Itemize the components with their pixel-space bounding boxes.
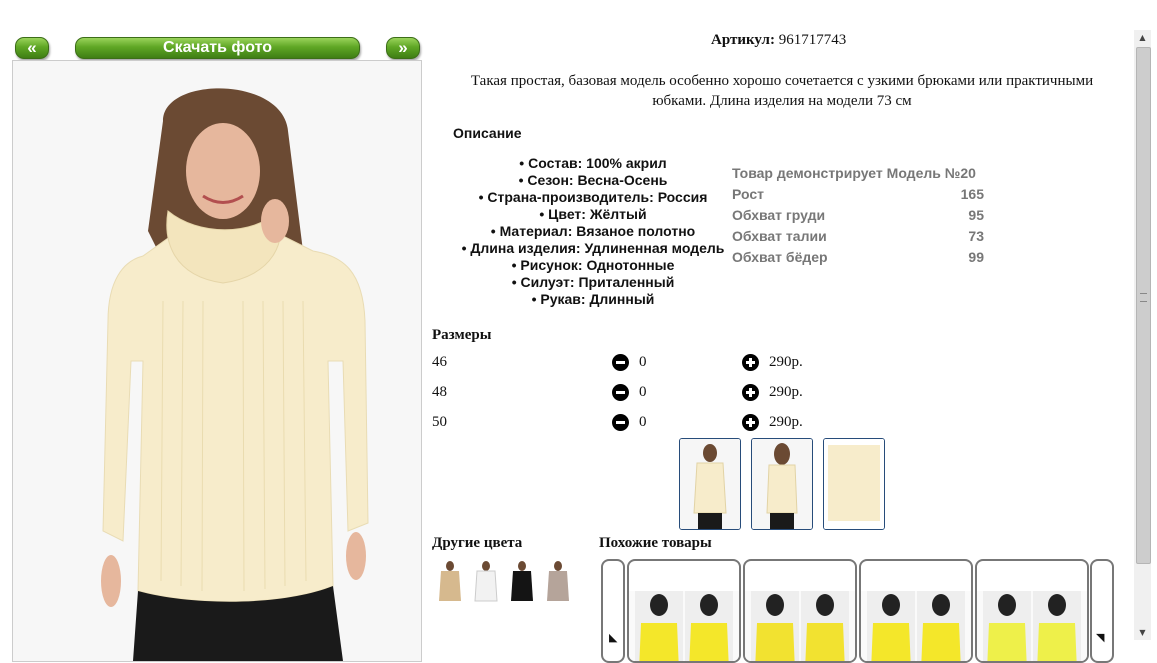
similar-product-image: [629, 591, 739, 661]
scroll-down-icon[interactable]: ▼: [1134, 625, 1151, 640]
scrollbar-thumb[interactable]: [1136, 47, 1151, 564]
quantity-value: 0: [639, 414, 647, 430]
attribute-item: • Силуэт: Приталенный: [511, 274, 675, 290]
article-label: Артикул:: [711, 32, 775, 48]
size-label: 46: [432, 354, 447, 370]
product-thumbnail-front[interactable]: [679, 438, 741, 530]
measurement-row: Обхват груди 95: [732, 207, 984, 228]
measurement-value: 95: [968, 207, 984, 223]
fabric-closeup-image: [824, 439, 884, 529]
attribute-item: • Состав: 100% акрил: [519, 155, 667, 171]
black-sweater-image: [507, 559, 537, 607]
plus-icon[interactable]: [742, 384, 759, 401]
prev-photo-button[interactable]: «: [15, 37, 49, 59]
similar-product-image: [861, 591, 971, 661]
similar-product-card[interactable]: [975, 559, 1089, 663]
product-thumbnail-fabric[interactable]: [823, 438, 885, 530]
next-photo-button[interactable]: »: [386, 37, 420, 59]
article-line: Артикул: 961717743: [711, 32, 846, 49]
carousel-prev-button[interactable]: ◣: [601, 559, 625, 663]
attribute-item: • Цвет: Жёлтый: [539, 206, 647, 222]
size-label: 50: [432, 414, 447, 430]
model-measurements: Товар демонстрирует Модель №20 Рост 165 …: [732, 165, 984, 270]
measurement-label: Рост: [732, 186, 764, 202]
measurement-row: Рост 165: [732, 186, 984, 207]
front-view-image: [680, 439, 740, 529]
model-in-sweater-image: [13, 61, 421, 661]
attribute-item: • Страна-производитель: Россия: [478, 189, 708, 205]
minus-icon[interactable]: [612, 384, 629, 401]
product-thumbnail-back[interactable]: [751, 438, 813, 530]
attribute-item: • Рукав: Длинный: [531, 291, 655, 307]
description-heading: Описание: [453, 125, 522, 141]
quantity-value: 0: [639, 384, 647, 400]
color-variant-taupe[interactable]: [543, 559, 573, 607]
measurement-row: Обхват талии 73: [732, 228, 984, 249]
attribute-list: • Состав: 100% акрил • Сезон: Весна-Осен…: [440, 155, 746, 308]
color-variant-white[interactable]: [471, 559, 501, 607]
other-colors-heading: Другие цвета: [432, 535, 523, 551]
measurement-label: Обхват талии: [732, 228, 827, 244]
similar-product-image: [745, 591, 855, 661]
measurement-value: 99: [968, 249, 984, 265]
measurement-value: 73: [968, 228, 984, 244]
attribute-item: • Длина изделия: Удлиненная модель: [461, 240, 725, 256]
article-value: 961717743: [778, 32, 847, 48]
download-photo-button[interactable]: Скачать фото: [75, 37, 360, 59]
back-view-image: [752, 439, 812, 529]
measurement-value: 165: [960, 186, 984, 202]
plus-icon[interactable]: [742, 354, 759, 371]
product-summary: Такая простая, базовая модель особенно х…: [470, 73, 1094, 109]
price-value: 290р.: [769, 414, 803, 430]
quantity-value: 0: [639, 354, 647, 370]
sizes-heading: Размеры: [432, 327, 492, 343]
taupe-sweater-image: [543, 559, 573, 607]
measurement-label: Обхват бёдер: [732, 249, 828, 265]
price-value: 290р.: [769, 354, 803, 370]
plus-icon[interactable]: [742, 414, 759, 431]
white-sweater-image: [471, 559, 501, 607]
similar-heading: Похожие товары: [599, 535, 712, 551]
model-title: Товар демонстрирует Модель №20: [732, 165, 976, 181]
size-label: 48: [432, 384, 447, 400]
size-row: 48 0 290р.: [432, 384, 812, 406]
similar-product-card[interactable]: [743, 559, 857, 663]
price-value: 290р.: [769, 384, 803, 400]
color-variant-black[interactable]: [507, 559, 537, 607]
measurement-row: Обхват бёдер 99: [732, 249, 984, 270]
arrow-right-icon: ◥: [1096, 631, 1105, 644]
beige-sweater-image: [435, 559, 465, 607]
size-row: 50 0 290р.: [432, 414, 812, 436]
arrow-left-icon: ◣: [609, 631, 618, 644]
similar-product-card[interactable]: [859, 559, 973, 663]
similar-product-card[interactable]: [627, 559, 741, 663]
minus-icon[interactable]: [612, 354, 629, 371]
minus-icon[interactable]: [612, 414, 629, 431]
attribute-item: • Сезон: Весна-Осень: [518, 172, 668, 188]
attribute-item: • Материал: Вязаное полотно: [490, 223, 696, 239]
carousel-next-button[interactable]: ◥: [1090, 559, 1114, 663]
attribute-item: • Рисунок: Однотонные: [511, 257, 675, 273]
size-row: 46 0 290р.: [432, 354, 812, 376]
main-product-photo[interactable]: [12, 60, 422, 662]
grip-icon: [1140, 293, 1147, 302]
measurement-label: Обхват груди: [732, 207, 826, 223]
color-variant-beige[interactable]: [435, 559, 465, 607]
scroll-up-icon[interactable]: ▲: [1134, 30, 1151, 45]
similar-product-image: [977, 591, 1087, 661]
vertical-scrollbar[interactable]: ▲ ▼: [1134, 30, 1151, 640]
